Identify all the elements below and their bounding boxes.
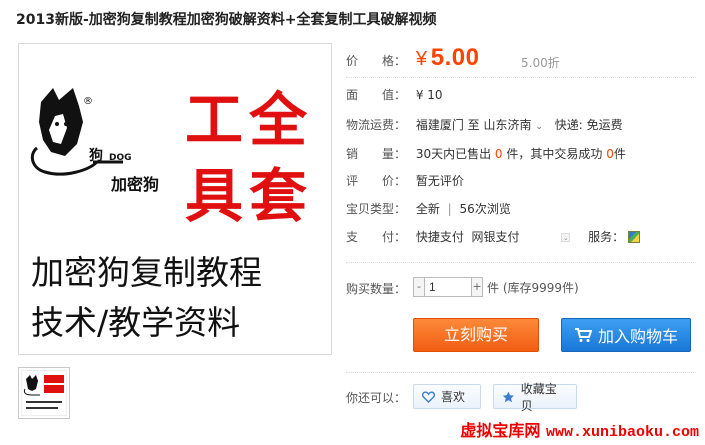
divider (346, 77, 696, 78)
payment-label: 支 付： (346, 230, 407, 244)
dog-label-cn: 狗 (89, 147, 103, 164)
service-badge-icon[interactable] (628, 231, 641, 243)
service-label: 服务： (588, 230, 625, 244)
product-main-image[interactable]: ® 狗 DOG 加密狗 工全 具套 加密狗复制教程 技术/教学资料 (18, 43, 332, 355)
sales-suffix: 件 (613, 147, 626, 161)
sales-label: 销 量： (346, 147, 407, 161)
sales-sold-count: 0 (494, 147, 503, 161)
dog-label-en: DOG (109, 153, 132, 163)
shipping-label: 物流运费： (346, 118, 407, 132)
face-value-row: 面 值： ¥ 10 (346, 86, 443, 103)
brand-label: 加密狗 (110, 175, 159, 194)
product-title: 2013新版-加密狗复制教程加密狗破解资料+全套复制工具破解视频 (16, 12, 437, 28)
price-discount: 5.00折 (521, 56, 560, 70)
watermark-url: www.xunibaoku.com (545, 424, 699, 441)
watermark-cn: 虚拟宝库网 (460, 421, 541, 440)
payment-value: 快捷支付 网银支付 (415, 230, 520, 244)
quantity-input[interactable]: 1 (425, 277, 471, 297)
sales-row: 销 量： 30天内已售出 0 件，其中交易成功 0件 (346, 145, 626, 162)
shipping-sep: 至 (467, 118, 480, 132)
favorite-label: 收藏宝贝 (520, 381, 557, 413)
add-to-cart-label: 加入购物车 (597, 327, 678, 346)
extra-row: 你还可以： (346, 389, 412, 406)
type-label: 宝贝类型： (346, 202, 407, 216)
caption-line2: 技术/教学资料 (31, 303, 240, 342)
price-row: 价 格： ¥ 5.00 5.00折 (346, 44, 560, 72)
review-value: 暂无评价 (415, 174, 464, 188)
divider (346, 372, 696, 373)
review-row: 评 价： 暂无评价 (346, 172, 464, 189)
payment-row: 支 付： 快捷支付 网银支付 ⌄ 服务： (346, 228, 641, 245)
review-label: 评 价： (346, 174, 407, 188)
cart-icon (574, 328, 592, 342)
buy-now-button[interactable]: 立刻购买 (413, 318, 539, 352)
shipping-row: 物流运费： 福建厦门 至 山东济南 ⌄ 快递: 免运费 (346, 116, 623, 133)
sales-success-count: 0 (606, 147, 614, 161)
extra-label: 你还可以： (346, 391, 407, 405)
divider (346, 262, 696, 263)
shipping-to[interactable]: 山东济南 (484, 118, 532, 132)
sales-prefix: 30天内已售出 (415, 147, 495, 161)
sales-mid: 件，其中交易成功 (502, 147, 607, 161)
like-button[interactable]: 喜欢 (413, 384, 481, 409)
type-value: 全新 (415, 202, 440, 216)
chevron-down-icon[interactable]: ⌄ (535, 122, 543, 132)
shipping-method: 快递: 免运费 (554, 118, 623, 132)
stock-text: 件 (库存9999件) (487, 280, 579, 295)
price-symbol: ¥ (415, 48, 427, 70)
price-value: 5.00 (430, 44, 480, 71)
type-row: 宝贝类型： 全新 | 56次浏览 (346, 200, 511, 217)
registered-mark: ® (83, 96, 93, 107)
watermark: 虚拟宝库网 www.xunibaoku.com (460, 417, 699, 441)
product-thumbnail[interactable] (18, 367, 70, 419)
heart-icon (422, 390, 435, 403)
quantity-minus-button[interactable]: - (413, 277, 425, 297)
quantity-label-row: 购买数量： (346, 280, 412, 297)
face-value: ¥ 10 (415, 88, 443, 102)
caption-line1: 加密狗复制教程 (31, 253, 262, 292)
add-to-cart-button[interactable]: 加入购物车 (561, 318, 691, 352)
price-label: 价 格： (346, 54, 407, 68)
product-image-art: ® 狗 DOG 加密狗 工全 具套 加密狗复制教程 技术/教学资料 (30, 86, 313, 342)
thumbnail-art (23, 375, 64, 409)
shipping-from: 福建厦门 (415, 118, 464, 132)
type-sep: | (447, 202, 452, 216)
type-views: 56次浏览 (459, 202, 511, 216)
like-label: 喜欢 (441, 390, 466, 404)
face-value-label: 面 值： (346, 88, 407, 102)
quantity-label: 购买数量： (346, 282, 407, 296)
favorite-button[interactable]: 收藏宝贝 (493, 382, 577, 413)
star-icon (502, 391, 514, 402)
payment-dropdown-icon[interactable]: ⌄ (561, 233, 571, 242)
big-text-line1: 工全 (185, 86, 313, 154)
quantity-plus-button[interactable]: + (471, 277, 483, 297)
quantity-stepper[interactable]: - 1 + 件 (库存9999件) (413, 277, 579, 297)
big-text-line2: 具套 (185, 162, 313, 230)
